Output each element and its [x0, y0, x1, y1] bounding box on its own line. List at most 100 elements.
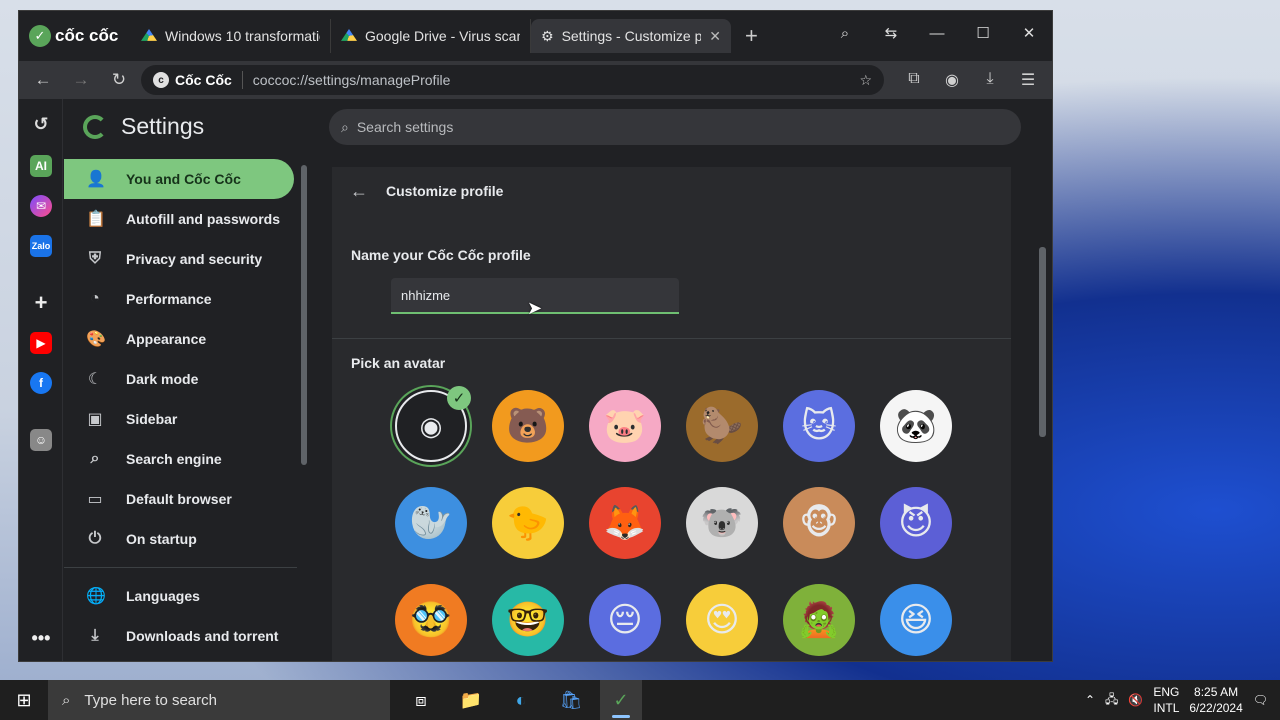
url-text[interactable]: coccoc://settings/manageProfile	[253, 72, 850, 88]
network-icon[interactable]: 🖧	[1105, 690, 1118, 711]
zombie-avatar[interactable]: 🧟	[783, 584, 855, 656]
history-icon[interactable]: ↺	[30, 113, 52, 135]
beaver-avatar[interactable]: 🦫	[686, 390, 758, 462]
nav-performance[interactable]: ◔ Performance	[64, 279, 312, 319]
site-chip[interactable]: c Cốc Cốc	[153, 72, 232, 88]
tab-title: Windows 10 transformation	[165, 28, 320, 44]
search-icon: ⌕	[62, 691, 71, 709]
search-icon: ⌕	[341, 118, 349, 135]
chevron-up-icon[interactable]: ⌃	[1085, 693, 1095, 707]
panda-avatar[interactable]: 🐼	[880, 390, 952, 462]
nerd-avatar-glyph: 🤓	[506, 601, 550, 639]
window-controls: ⌕ ⇆ — ☐ ✕	[822, 11, 1052, 55]
sleepy-avatar[interactable]: 😔	[589, 584, 661, 656]
moon-icon: ☾	[87, 371, 103, 388]
content-scrollbar[interactable]	[1039, 247, 1046, 437]
facebook-icon[interactable]: f	[30, 372, 52, 394]
nav-languages[interactable]: 🌐 Languages	[64, 576, 312, 616]
nav-autofill[interactable]: 📋 Autofill and passwords	[64, 199, 312, 239]
tab-search-icon[interactable]: ⌕	[822, 25, 868, 42]
maximize-button[interactable]: ☐	[960, 24, 1006, 42]
mustache-avatar[interactable]: 🥸	[395, 584, 467, 656]
back-button[interactable]: ←	[27, 70, 59, 90]
reload-button[interactable]: ↻	[103, 70, 135, 90]
zalo-icon[interactable]: Zalo	[30, 235, 52, 257]
love-avatar[interactable]: 😍	[686, 584, 758, 656]
monster-avatar[interactable]: 😈	[880, 487, 952, 559]
language-indicator[interactable]: ENG INTL	[1153, 684, 1179, 716]
edge-icon[interactable]: ◐	[500, 680, 542, 720]
tab-google-drive[interactable]: Google Drive - Virus scan wa	[331, 19, 531, 53]
tab-settings[interactable]: ⚙ Settings - Customize pr ✕	[531, 19, 731, 53]
koala-avatar[interactable]: 🐨	[686, 487, 758, 559]
default-avatar-glyph: ◉	[419, 410, 443, 441]
avatar-app-icon[interactable]: ☺	[30, 429, 52, 451]
nav-scrollbar[interactable]	[301, 165, 307, 465]
windows-start-icon[interactable]: ⊞	[0, 690, 48, 711]
download-icon[interactable]: ⤓	[974, 70, 1006, 90]
browser-brand[interactable]: ✓ cốc cốc	[19, 25, 131, 47]
close-tab-icon[interactable]: ✕	[709, 28, 721, 45]
forward-button[interactable]: →	[65, 70, 97, 90]
chick-avatar[interactable]: 🐤	[492, 487, 564, 559]
nav-downloads[interactable]: ⤓ Downloads and torrent	[64, 616, 312, 656]
address-bar[interactable]: c Cốc Cốc coccoc://settings/manageProfil…	[141, 65, 884, 95]
toolbar: ← → ↻ c Cốc Cốc coccoc://settings/manage…	[19, 61, 1052, 99]
nav-search-engine[interactable]: ⌕ Search engine	[64, 439, 312, 479]
walrus-avatar[interactable]: 🦭	[395, 487, 467, 559]
back-arrow-icon[interactable]: ←	[350, 181, 368, 202]
sleepy-avatar-glyph: 😔	[607, 601, 643, 639]
file-explorer-icon[interactable]: 📁	[450, 680, 492, 720]
profile-name-value: nhhizme	[401, 287, 451, 303]
coccoc-logo-icon	[83, 114, 107, 139]
nav-default-browser[interactable]: ▭ Default browser	[64, 479, 312, 519]
laugh-avatar[interactable]: 😆	[880, 584, 952, 656]
clock[interactable]: 8:25 AM 6/22/2024	[1189, 684, 1242, 716]
bookmark-star-icon[interactable]: ☆	[859, 72, 872, 89]
bear-avatar[interactable]: 🐻	[492, 390, 564, 462]
nav-you-and-coccoc[interactable]: 👤 You and Cốc Cốc	[64, 159, 294, 199]
fox-avatar[interactable]: 🦊	[589, 487, 661, 559]
monkey-avatar[interactable]: 🐵	[783, 487, 855, 559]
add-app-icon[interactable]: +	[30, 290, 52, 315]
google-drive-icon	[141, 29, 157, 41]
profile-name-label: Name your Cốc Cốc profile	[351, 247, 531, 263]
more-apps-icon[interactable]: •••	[30, 627, 52, 649]
minimize-button[interactable]: —	[914, 25, 960, 42]
chick-avatar-glyph: 🐤	[506, 504, 550, 542]
volume-muted-icon[interactable]: 🔇	[1128, 693, 1143, 707]
new-tab-button[interactable]: +	[745, 23, 758, 49]
mustache-avatar-glyph: 🥸	[409, 601, 453, 639]
nav-dark-mode[interactable]: ☾ Dark mode	[64, 359, 312, 399]
task-view-icon[interactable]: ⧈	[400, 680, 442, 720]
pig-avatar-glyph: 🐷	[603, 407, 647, 445]
nav-label: Appearance	[126, 331, 207, 347]
taskbar-search-input[interactable]: ⌕ Type here to search	[48, 680, 390, 720]
nav-label: Search engine	[126, 451, 222, 467]
tab-menu-icon[interactable]: ⇆	[868, 24, 914, 42]
notification-icon[interactable]: 🗨	[1253, 693, 1268, 707]
profile-icon[interactable]: ◉	[936, 70, 968, 90]
power-icon: ⏻	[88, 530, 102, 547]
menu-icon[interactable]: ☰	[1012, 70, 1044, 90]
nav-privacy[interactable]: ⛨ Privacy and security	[64, 239, 312, 279]
close-window-button[interactable]: ✕	[1006, 24, 1052, 42]
clock-date: 6/22/2024	[1189, 701, 1243, 715]
nerd-avatar[interactable]: 🤓	[492, 584, 564, 656]
coccoc-taskbar-icon[interactable]: ✓	[600, 680, 642, 720]
extensions-icon[interactable]: ⧉	[898, 70, 930, 90]
ai-assistant-icon[interactable]: AI	[30, 155, 52, 177]
nav-on-startup[interactable]: ⏻ On startup	[64, 519, 312, 559]
default-avatar[interactable]: ◉ ✓	[395, 386, 471, 462]
messenger-icon[interactable]: ✉	[30, 195, 52, 217]
nav-appearance[interactable]: 🎨 Appearance	[64, 319, 312, 359]
site-name: Cốc Cốc	[175, 72, 232, 88]
settings-header: Settings	[83, 113, 204, 140]
settings-search-input[interactable]: ⌕ Search settings	[329, 109, 1021, 145]
cat-avatar[interactable]: 🐱	[783, 390, 855, 462]
store-icon[interactable]: 🛍	[550, 680, 592, 720]
tab-windows10[interactable]: Windows 10 transformation	[131, 19, 331, 53]
pig-avatar[interactable]: 🐷	[589, 390, 661, 462]
nav-sidebar[interactable]: ▣ Sidebar	[64, 399, 312, 439]
youtube-icon[interactable]: ▶	[30, 332, 52, 354]
